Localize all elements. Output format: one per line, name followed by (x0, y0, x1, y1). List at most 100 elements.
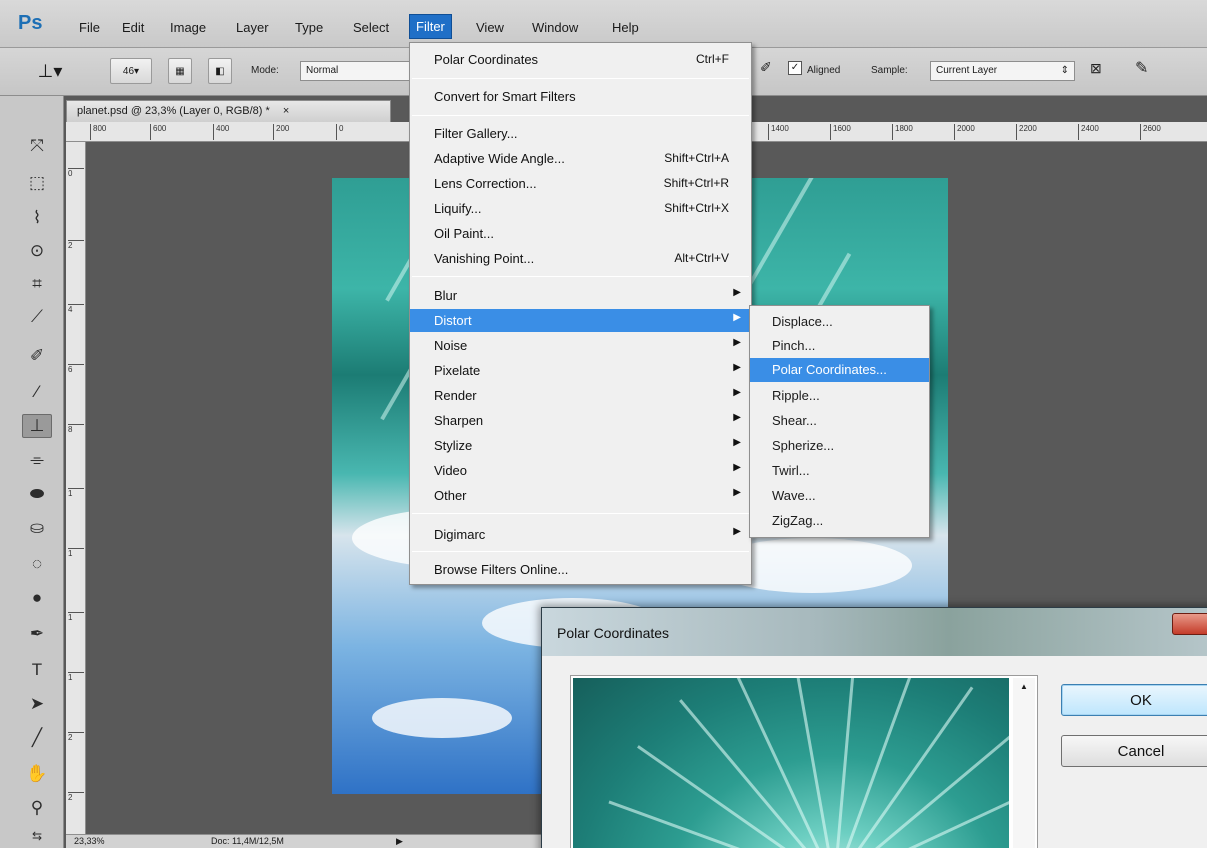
close-document-icon[interactable]: × (283, 105, 289, 117)
menu-layer[interactable]: Layer (231, 17, 274, 38)
menu-item-distort[interactable]: Distort ▶ (410, 309, 751, 332)
submenu-item-polar-coordinates[interactable]: Polar Coordinates... (750, 358, 929, 382)
menu-item-label: Pixelate (434, 363, 481, 378)
document-tab[interactable]: planet.psd @ 23,3% (Layer 0, RGB/8) * × (66, 100, 391, 122)
pressure-size-icon[interactable]: ✎ (1135, 58, 1148, 78)
crop-tool-icon[interactable]: ⌗ (22, 272, 52, 296)
ok-button[interactable]: OK (1061, 684, 1207, 716)
status-arrow-icon[interactable]: ▶ (396, 836, 403, 847)
menu-item-label: Liquify... (434, 201, 482, 216)
menu-item-stylize[interactable]: Stylize ▶ (410, 434, 751, 457)
menu-item-label: Lens Correction... (434, 176, 537, 191)
submenu-arrow-icon: ▶ (733, 287, 741, 298)
paint-bucket-tool-icon[interactable]: ⛀ (22, 516, 52, 540)
ignore-adjustment-layers-icon[interactable]: ⊠ (1090, 60, 1102, 77)
menu-item-last-filter[interactable]: Polar Coordinates Ctrl+F (410, 48, 751, 71)
menu-window[interactable]: Window (527, 17, 583, 38)
path-selection-tool-icon[interactable]: ➤ (22, 692, 52, 716)
menu-item-other[interactable]: Other ▶ (410, 484, 751, 507)
distort-submenu: Displace... Pinch... Polar Coordinates..… (749, 305, 930, 538)
clone-stamp-tool-icon[interactable]: ⊥ (22, 414, 52, 438)
submenu-item-spherize[interactable]: Spherize... (750, 434, 929, 458)
menu-image[interactable]: Image (165, 17, 211, 38)
dialog-preview[interactable]: ▲ (570, 675, 1038, 848)
cancel-button[interactable]: Cancel (1061, 735, 1207, 767)
menu-item-vanishing-point[interactable]: Vanishing Point... Alt+Ctrl+V (410, 247, 751, 270)
clone-stamp-preset-icon[interactable]: ⊥▾ (28, 58, 72, 84)
menu-item-oil-paint[interactable]: Oil Paint... (410, 222, 751, 245)
brush-preset-picker[interactable]: 46 ▾ (110, 58, 152, 84)
menu-item-label: Vanishing Point... (434, 251, 535, 266)
menu-item-browse-filters-online[interactable]: Browse Filters Online... (410, 558, 751, 581)
brush-size-value: 46 (122, 65, 135, 77)
submenu-item-wave[interactable]: Wave... (750, 484, 929, 508)
mode-select[interactable]: Normal (300, 61, 410, 81)
zoom-tool-icon[interactable]: ⚲ (22, 796, 52, 820)
brush-panel-icon[interactable]: ◧ (208, 58, 232, 84)
menu-item-render[interactable]: Render ▶ (410, 384, 751, 407)
menu-item-label: Render (434, 388, 477, 403)
clone-source-panel-icon[interactable]: ▦ (168, 58, 192, 84)
healing-brush-tool-icon[interactable]: ✐ (22, 344, 52, 368)
preview-image[interactable] (573, 678, 1009, 848)
zoom-level[interactable]: 23,33% (74, 836, 105, 846)
menu-separator (412, 551, 749, 552)
dialog-titlebar[interactable]: Polar Coordinates (542, 608, 1207, 656)
marquee-tool-icon[interactable]: ⬚ (22, 171, 52, 195)
menu-item-pixelate[interactable]: Pixelate ▶ (410, 359, 751, 382)
submenu-arrow-icon: ▶ (733, 487, 741, 498)
submenu-item-ripple[interactable]: Ripple... (750, 384, 929, 408)
pen-tool-icon[interactable]: ✒ (22, 622, 52, 646)
menu-type[interactable]: Type (290, 17, 328, 38)
menu-item-sharpen[interactable]: Sharpen ▶ (410, 409, 751, 432)
line-tool-icon[interactable]: ╱ (22, 726, 52, 750)
swap-colors-icon[interactable]: ⇆ (22, 824, 52, 848)
menu-select[interactable]: Select (348, 17, 394, 38)
history-brush-tool-icon[interactable]: ⌯ (22, 448, 52, 472)
menu-item-noise[interactable]: Noise ▶ (410, 334, 751, 357)
shortcut-label: Ctrl+F (696, 52, 729, 66)
type-tool-icon[interactable]: T (22, 658, 52, 682)
submenu-arrow-icon: ▶ (733, 362, 741, 373)
submenu-item-twirl[interactable]: Twirl... (750, 459, 929, 483)
blur-tool-icon[interactable]: ◌ (22, 552, 52, 576)
submenu-arrow-icon: ▶ (733, 412, 741, 423)
menu-file[interactable]: File (74, 17, 105, 38)
menu-edit[interactable]: Edit (117, 17, 149, 38)
submenu-item-displace[interactable]: Displace... (750, 310, 929, 334)
ruler-tick: 1600 (830, 124, 851, 140)
menu-item-video[interactable]: Video ▶ (410, 459, 751, 482)
aligned-checkbox[interactable]: ✓ (788, 61, 802, 75)
menu-item-liquify[interactable]: Liquify... Shift+Ctrl+X (410, 197, 751, 220)
brush-tool-icon[interactable]: ⁄ (22, 380, 52, 404)
lasso-tool-icon[interactable]: ⌇ (22, 206, 52, 230)
menu-item-adaptive-wide-angle[interactable]: Adaptive Wide Angle... Shift+Ctrl+A (410, 147, 751, 170)
hand-tool-icon[interactable]: ✋ (22, 762, 52, 786)
eraser-tool-icon[interactable]: ⬬ (22, 482, 52, 506)
dodge-tool-icon[interactable]: ● (22, 586, 52, 610)
scroll-up-arrow-icon[interactable]: ▲ (1020, 682, 1028, 691)
menu-item-convert-smart-filters[interactable]: Convert for Smart Filters (410, 85, 751, 108)
quick-selection-tool-icon[interactable]: ⊙ (22, 239, 52, 263)
preview-scrollbar[interactable]: ▲ (1013, 678, 1035, 848)
eyedropper-tool-icon[interactable]: ⟋ (22, 305, 52, 329)
submenu-item-pinch[interactable]: Pinch... (750, 334, 929, 358)
airbrush-icon[interactable]: ✐ (760, 59, 772, 76)
menu-item-label: Blur (434, 288, 458, 303)
ruler-tick: 1 (68, 488, 84, 498)
menu-item-digimarc[interactable]: Digimarc ▶ (410, 523, 751, 546)
close-icon[interactable] (1172, 613, 1207, 635)
menu-view[interactable]: View (471, 17, 509, 38)
menu-filter[interactable]: Filter (409, 14, 452, 39)
menu-item-lens-correction[interactable]: Lens Correction... Shift+Ctrl+R (410, 172, 751, 195)
menu-item-blur[interactable]: Blur ▶ (410, 284, 751, 307)
sample-select[interactable]: Current Layer ⇕ (930, 61, 1075, 81)
submenu-arrow-icon: ▶ (733, 312, 741, 323)
filter-menu: Polar Coordinates Ctrl+F Convert for Smar… (409, 42, 752, 585)
shortcut-label: Alt+Ctrl+V (674, 251, 729, 265)
menu-item-filter-gallery[interactable]: Filter Gallery... (410, 122, 751, 145)
submenu-item-shear[interactable]: Shear... (750, 409, 929, 433)
move-tool-icon[interactable]: ⤧ (22, 134, 52, 158)
menu-help[interactable]: Help (607, 17, 644, 38)
submenu-item-zigzag[interactable]: ZigZag... (750, 509, 929, 533)
